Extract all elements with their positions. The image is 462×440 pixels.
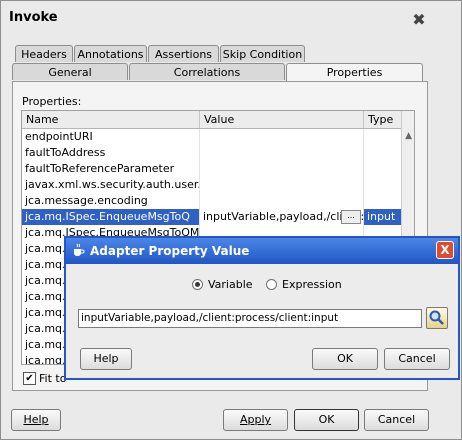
table-row[interactable]: faultToReferenceParameter: [22, 161, 404, 177]
cell-name[interactable]: jca.message.encoding: [22, 193, 200, 209]
adapter-property-dialog: Adapter Property Value X Variable Expres…: [64, 236, 460, 380]
cell-value[interactable]: [200, 177, 364, 193]
cell-type[interactable]: [364, 129, 404, 145]
cell-value[interactable]: [200, 129, 364, 145]
dialog-titlebar: Adapter Property Value X: [66, 238, 458, 264]
table-row[interactable]: jca.message.encoding: [22, 193, 404, 209]
dialog-help-button[interactable]: Help: [80, 348, 132, 370]
tab-assertions[interactable]: Assertions: [148, 45, 219, 62]
ok-button[interactable]: OK: [294, 409, 359, 431]
table-header: Name Value Type: [22, 111, 402, 129]
cell-type[interactable]: [364, 193, 404, 209]
window-title: Invoke: [9, 10, 58, 25]
ellipsis-button[interactable]: ...: [341, 210, 361, 224]
variable-radio-label: Variable: [208, 278, 253, 291]
browse-variable-button[interactable]: [426, 307, 448, 329]
properties-label: Properties:: [22, 95, 82, 108]
cell-value[interactable]: [200, 161, 364, 177]
apply-button-label: Apply: [239, 413, 272, 426]
cell-name[interactable]: endpointURI: [22, 129, 200, 145]
help-button[interactable]: Help: [11, 409, 61, 431]
table-row[interactable]: endpointURI: [22, 129, 404, 145]
help-button-label: Help: [23, 413, 49, 426]
variable-radio[interactable]: [192, 279, 203, 290]
tab-properties[interactable]: Properties: [286, 63, 423, 82]
cell-name[interactable]: faultToAddress: [22, 145, 200, 161]
column-header-name[interactable]: Name: [22, 111, 200, 128]
cell-type[interactable]: [364, 145, 404, 161]
cancel-button[interactable]: Cancel: [364, 409, 429, 431]
cell-type[interactable]: [364, 177, 404, 193]
cell-name[interactable]: jca.mq.ISpec.EnqueueMsgToQ: [22, 209, 200, 225]
cell-type[interactable]: [364, 161, 404, 177]
table-row[interactable]: faultToAddress: [22, 145, 404, 161]
expression-radio[interactable]: [266, 279, 277, 290]
tab-general[interactable]: General: [12, 63, 128, 80]
cell-type[interactable]: input: [364, 209, 404, 225]
tab-annotations[interactable]: Annotations: [74, 45, 147, 62]
fit-label: Fit to: [39, 372, 67, 385]
dialog-cancel-button[interactable]: Cancel: [384, 348, 450, 370]
scroll-up-icon[interactable]: ▲: [405, 131, 412, 141]
tab-headers[interactable]: Headers: [15, 45, 73, 62]
expression-radio-label: Expression: [282, 278, 342, 291]
close-icon[interactable]: ✖: [410, 11, 428, 29]
column-header-value[interactable]: Value: [200, 111, 364, 128]
dialog-close-icon[interactable]: X: [436, 241, 454, 259]
dialog-title: Adapter Property Value: [90, 244, 250, 258]
cell-value[interactable]: [200, 193, 364, 209]
search-icon: [429, 310, 444, 325]
table-row[interactable]: javax.xml.ws.security.auth.user...: [22, 177, 404, 193]
tab-skip-condition[interactable]: Skip Condition: [220, 45, 305, 62]
tab-correlations[interactable]: Correlations: [129, 63, 285, 80]
cell-value[interactable]: inputVariable,payload,/client:...: [200, 209, 364, 225]
cell-name[interactable]: javax.xml.ws.security.auth.user...: [22, 177, 200, 193]
apply-button[interactable]: Apply: [223, 409, 288, 431]
fit-checkbox[interactable]: ✔: [23, 372, 36, 385]
cell-name[interactable]: faultToReferenceParameter: [22, 161, 200, 177]
java-coffee-icon: [74, 243, 85, 256]
column-header-type[interactable]: Type: [364, 111, 404, 128]
variable-value-input[interactable]: inputVariable,payload,/client:process/cl…: [78, 309, 422, 328]
cell-value[interactable]: [200, 145, 364, 161]
dialog-ok-button[interactable]: OK: [312, 348, 378, 370]
table-row[interactable]: jca.mq.ISpec.EnqueueMsgToQ inputVariable,…: [22, 209, 404, 225]
